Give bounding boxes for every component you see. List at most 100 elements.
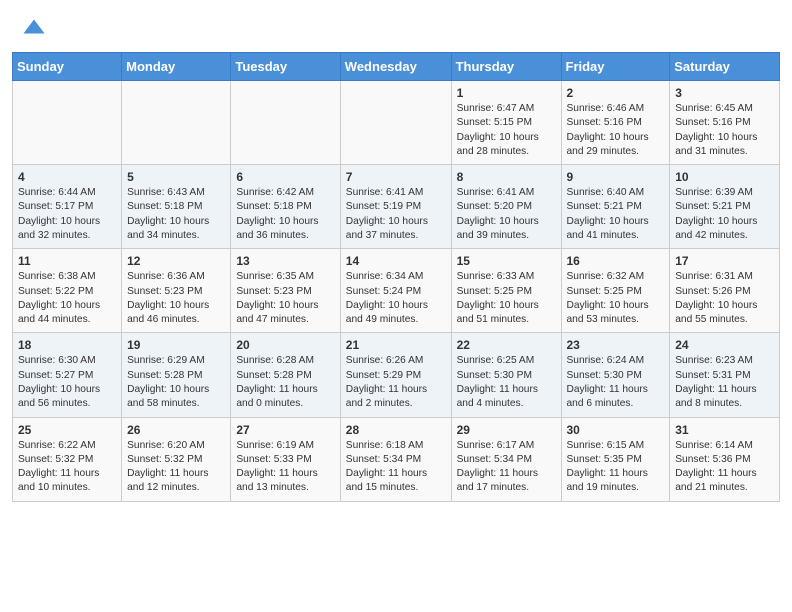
cell-line: Sunrise: 6:39 AM	[675, 187, 753, 198]
calendar-cell: 16Sunrise: 6:32 AMSunset: 5:25 PMDayligh…	[561, 249, 670, 333]
cell-line: Sunset: 5:18 PM	[236, 201, 311, 212]
cell-line: and 32 minutes.	[18, 230, 91, 241]
day-number: 20	[236, 338, 334, 352]
cell-line: and 28 minutes.	[457, 146, 530, 157]
weekday-header: Saturday	[670, 53, 780, 81]
calendar-cell: 4Sunrise: 6:44 AMSunset: 5:17 PMDaylight…	[13, 165, 122, 249]
cell-line: Sunset: 5:19 PM	[346, 201, 421, 212]
cell-line: Daylight: 10 hours	[346, 300, 428, 311]
weekday-header: Tuesday	[231, 53, 340, 81]
day-number: 10	[675, 170, 774, 184]
weekday-header: Friday	[561, 53, 670, 81]
cell-line: and 47 minutes.	[236, 314, 309, 325]
cell-line: Daylight: 11 hours	[567, 384, 648, 395]
cell-line: Sunset: 5:26 PM	[675, 286, 750, 297]
cell-line: Sunrise: 6:40 AM	[567, 187, 645, 198]
cell-line: and 15 minutes.	[346, 482, 419, 493]
logo	[20, 16, 52, 44]
day-number: 21	[346, 338, 446, 352]
cell-line: Sunrise: 6:45 AM	[675, 103, 753, 114]
cell-line: Sunrise: 6:14 AM	[675, 440, 753, 451]
cell-line: and 21 minutes.	[675, 482, 748, 493]
cell-line: Daylight: 10 hours	[18, 216, 100, 227]
cell-line: Sunset: 5:30 PM	[567, 370, 642, 381]
day-number: 12	[127, 254, 225, 268]
calendar-cell	[13, 81, 122, 165]
calendar-header: SundayMondayTuesdayWednesdayThursdayFrid…	[13, 53, 780, 81]
cell-content: Sunrise: 6:41 AMSunset: 5:19 PMDaylight:…	[346, 186, 446, 243]
cell-content: Sunrise: 6:39 AMSunset: 5:21 PMDaylight:…	[675, 186, 774, 243]
cell-line: Sunset: 5:24 PM	[346, 286, 421, 297]
cell-line: Daylight: 10 hours	[567, 300, 649, 311]
cell-line: and 31 minutes.	[675, 146, 748, 157]
cell-content: Sunrise: 6:32 AMSunset: 5:25 PMDaylight:…	[567, 270, 665, 327]
cell-line: and 49 minutes.	[346, 314, 419, 325]
cell-line: Sunset: 5:23 PM	[236, 286, 311, 297]
calendar-cell: 14 Sunrise: 6:34 AMSunset: 5:24 PMDayligh…	[340, 249, 451, 333]
cell-line: Sunset: 5:34 PM	[346, 454, 421, 465]
cell-line: Sunset: 5:21 PM	[567, 201, 642, 212]
cell-line: Sunset: 5:15 PM	[457, 117, 532, 128]
day-number: 5	[127, 170, 225, 184]
cell-line: and 41 minutes.	[567, 230, 640, 241]
cell-line: Sunrise: 6:43 AM	[127, 187, 205, 198]
cell-line: and 17 minutes.	[457, 482, 530, 493]
cell-content: Sunrise: 6:20 AMSunset: 5:32 PMDaylight:…	[127, 439, 225, 496]
cell-line: Sunset: 5:18 PM	[127, 201, 202, 212]
cell-line: Daylight: 10 hours	[675, 300, 757, 311]
calendar-cell: 3Sunrise: 6:45 AMSunset: 5:16 PMDaylight…	[670, 81, 780, 165]
cell-content: Sunrise: 6:26 AM Sunset: 5:29 PM Daylight:…	[346, 354, 446, 411]
calendar-cell: 6Sunrise: 6:42 AMSunset: 5:18 PMDaylight…	[231, 165, 340, 249]
cell-line: Sunrise: 6:20 AM	[127, 440, 205, 451]
cell-line: and 51 minutes.	[457, 314, 530, 325]
cell-line: Daylight: 10 hours	[236, 216, 318, 227]
calendar-cell: 22Sunrise: 6:25 AMSunset: 5:30 PMDayligh…	[451, 333, 561, 417]
cell-line: Sunrise: 6:47 AM	[457, 103, 535, 114]
cell-line: Sunrise: 6:38 AM	[18, 271, 96, 282]
cell-content: Sunrise: 6:47 AM Sunset: 5:15 PM Daylight:…	[457, 102, 556, 159]
weekday-header: Sunday	[13, 53, 122, 81]
cell-line: Sunrise: 6:18 AM	[346, 440, 424, 451]
cell-line: Sunset: 5:25 PM	[457, 286, 532, 297]
cell-line: Sunrise: 6:30 AM	[18, 355, 96, 366]
cell-line: and 10 minutes.	[18, 482, 91, 493]
calendar-table: SundayMondayTuesdayWednesdayThursdayFrid…	[12, 52, 780, 502]
cell-line: Sunrise: 6:25 AM	[457, 355, 535, 366]
cell-content: Sunrise: 6:34 AMSunset: 5:24 PMDaylight:…	[346, 270, 446, 327]
cell-line: Sunset: 5:29 PM	[346, 370, 421, 381]
cell-line: Sunset: 5:35 PM	[567, 454, 642, 465]
cell-line: Daylight: 10 hours	[346, 216, 428, 227]
cell-line: Sunset: 5:21 PM	[675, 201, 750, 212]
cell-line: and 2 minutes.	[346, 398, 413, 409]
cell-line: Sunrise: 6:26 AM	[346, 355, 424, 366]
cell-line: Daylight: 10 hours	[457, 132, 539, 143]
cell-content: Sunrise: 6:31 AMSunset: 5:26 PMDaylight:…	[675, 270, 774, 327]
calendar-week-row: 11Sunrise: 6:38 AMSunset: 5:22 PMDayligh…	[13, 249, 780, 333]
cell-line: Daylight: 11 hours	[457, 468, 538, 479]
cell-line: Sunset: 5:32 PM	[127, 454, 202, 465]
cell-line: Sunrise: 6:24 AM	[567, 355, 645, 366]
cell-line: and 19 minutes.	[567, 482, 640, 493]
day-number: 3	[675, 86, 774, 100]
cell-line: Daylight: 11 hours	[346, 384, 427, 395]
day-number: 22	[457, 338, 556, 352]
cell-line: Daylight: 11 hours	[236, 468, 317, 479]
cell-line: and 12 minutes.	[127, 482, 200, 493]
cell-line: Daylight: 11 hours	[18, 468, 99, 479]
calendar-cell: 7Sunrise: 6:41 AMSunset: 5:19 PMDaylight…	[340, 165, 451, 249]
cell-line: and 36 minutes.	[236, 230, 309, 241]
day-number: 14	[346, 254, 446, 268]
cell-content: Sunrise: 6:29 AMSunset: 5:28 PMDaylight:…	[127, 354, 225, 411]
cell-line: Sunset: 5:23 PM	[127, 286, 202, 297]
calendar-cell: 25Sunrise: 6:22 AMSunset: 5:32 PMDayligh…	[13, 417, 122, 501]
cell-line: and 39 minutes.	[457, 230, 530, 241]
cell-line: Daylight: 11 hours	[457, 384, 538, 395]
day-number: 27	[236, 423, 334, 437]
weekday-row: SundayMondayTuesdayWednesdayThursdayFrid…	[13, 53, 780, 81]
cell-line: Daylight: 10 hours	[236, 300, 318, 311]
cell-line: Sunrise: 6:44 AM	[18, 187, 96, 198]
calendar-cell: 17Sunrise: 6:31 AMSunset: 5:26 PMDayligh…	[670, 249, 780, 333]
calendar-cell: 19Sunrise: 6:29 AMSunset: 5:28 PMDayligh…	[122, 333, 231, 417]
cell-line: and 46 minutes.	[127, 314, 200, 325]
calendar-cell: 8Sunrise: 6:41 AMSunset: 5:20 PMDaylight…	[451, 165, 561, 249]
